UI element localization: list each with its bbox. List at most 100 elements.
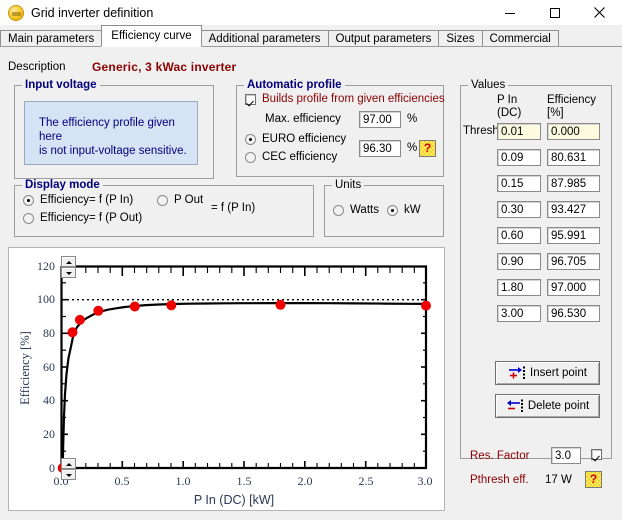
input-voltage-group: Input voltage The efficiency profile giv… <box>14 79 214 179</box>
cec-efficiency-radio-row[interactable]: CEC efficiency <box>245 151 337 163</box>
max-efficiency-label: Max. efficiency <box>265 113 341 125</box>
display-mode-radio-eff-pin[interactable] <box>23 194 34 206</box>
automatic-profile-title: Automatic profile <box>244 79 345 91</box>
efficiency-help-glyph: ? <box>423 141 432 155</box>
builds-profile-checkbox[interactable] <box>245 93 256 105</box>
tab-efficiency-curve[interactable]: Efficiency curve <box>101 25 202 47</box>
cec-efficiency-radio[interactable] <box>245 151 256 163</box>
display-mode-option-eff-pout[interactable]: Efficiency= f (P Out) <box>23 212 142 224</box>
chart-ymax-spinner-down[interactable] <box>61 267 76 278</box>
values-pin-input-7[interactable] <box>497 305 541 322</box>
automatic-profile-group: Automatic profile Builds profile from gi… <box>236 79 445 177</box>
close-button[interactable] <box>577 0 622 25</box>
values-eff-input-1[interactable] <box>547 149 600 166</box>
chart-point-4 <box>129 301 140 312</box>
chart-axes <box>60 265 428 470</box>
chart-ymin-spinner-down[interactable] <box>61 469 76 480</box>
maximize-button[interactable] <box>532 0 577 25</box>
max-efficiency-input[interactable] <box>359 111 401 128</box>
values-eff-input-3[interactable] <box>547 201 600 218</box>
values-title: Values <box>468 79 509 91</box>
tab-additional-parameters[interactable]: Additional parameters <box>200 30 329 47</box>
builds-profile-label: Builds profile from given efficiencies <box>262 93 445 105</box>
units-radio-kw[interactable] <box>387 204 398 216</box>
chart-ylabel: Efficiency [%] <box>18 331 32 405</box>
chart-ymin-spinner[interactable] <box>61 458 76 480</box>
values-col-eff-line2: [%] <box>547 107 564 119</box>
chart-xlabel: P In (DC) [kW] <box>194 493 274 507</box>
insert-point-button[interactable]: Insert point <box>495 361 600 385</box>
units-label-kw: kW <box>404 204 421 216</box>
insert-point-label: Insert point <box>530 367 587 379</box>
euro-efficiency-radio-row[interactable]: EURO efficiency <box>245 133 346 145</box>
display-mode-option-eff-pin[interactable]: Efficiency= f (P In) <box>23 194 133 206</box>
values-pin-input-5[interactable] <box>497 253 541 270</box>
max-efficiency-row: Max. efficiency <box>265 113 341 125</box>
display-mode-title: Display mode <box>22 179 103 191</box>
efficiency-curve-panel: Description Generic, 3 kWac inverter Inp… <box>0 47 622 520</box>
euro-efficiency-radio[interactable] <box>245 133 256 145</box>
delete-point-label: Delete point <box>527 400 590 412</box>
euro-efficiency-label: EURO efficiency <box>262 133 347 145</box>
chart-point-3 <box>93 305 104 316</box>
values-pin-input-4[interactable] <box>497 227 541 244</box>
svg-text:2.5: 2.5 <box>359 474 374 488</box>
minimize-button[interactable] <box>487 0 532 25</box>
values-pin-input-2[interactable] <box>497 175 541 192</box>
efficiency-chart[interactable]: 0 20 40 60 80 100 120 0.0 0.5 1.0 1.5 2.… <box>8 247 445 511</box>
values-pin-input-6[interactable] <box>497 279 541 296</box>
display-mode-pout-suffix: = f (P In) <box>211 202 256 214</box>
input-voltage-note-line2: is not input-voltage sensitive. <box>39 145 187 157</box>
units-option-watts[interactable]: Watts <box>333 204 379 216</box>
units-option-kw[interactable]: kW <box>387 204 421 216</box>
chart-ymax-spinner[interactable] <box>61 256 76 278</box>
values-group: Values P In (DC) Efficiency [%] Thresh. <box>460 79 612 459</box>
units-group: Units Watts kW <box>324 179 444 237</box>
values-col-pin-line2: (DC) <box>497 107 522 119</box>
values-eff-input-4[interactable] <box>547 227 600 244</box>
svg-text:3.0: 3.0 <box>418 474 433 488</box>
units-radio-watts[interactable] <box>333 204 344 216</box>
values-pin-input-0[interactable] <box>497 123 541 140</box>
res-factor-label: Res. Factor <box>470 450 530 462</box>
values-eff-input-0[interactable] <box>547 123 600 140</box>
svg-text:120: 120 <box>37 259 55 273</box>
euro-cec-efficiency-input[interactable] <box>359 140 401 157</box>
values-eff-input-6[interactable] <box>547 279 600 296</box>
tab-sizes[interactable]: Sizes <box>438 30 483 47</box>
delete-point-button[interactable]: Delete point <box>495 394 600 418</box>
svg-text:100: 100 <box>37 292 55 306</box>
values-pin-input-3[interactable] <box>497 201 541 218</box>
chart-point-1 <box>67 327 78 338</box>
tab-bar: Main parameters Efficiency curve Additio… <box>0 25 622 47</box>
description-value: Generic, 3 kWac inverter <box>92 60 237 74</box>
input-voltage-title: Input voltage <box>22 79 100 91</box>
res-factor-checkbox[interactable] <box>591 449 602 460</box>
chart-ymax-spinner-up[interactable] <box>61 256 76 267</box>
values-pin-input-1[interactable] <box>497 149 541 166</box>
chart-point-5 <box>166 300 177 311</box>
chart-y-ticks: 0 20 40 60 80 100 120 <box>37 259 426 475</box>
values-col-pin-line1: P In <box>497 94 518 106</box>
values-eff-input-5[interactable] <box>547 253 600 270</box>
display-mode-radio-pout[interactable] <box>157 194 168 206</box>
display-mode-radio-eff-pout[interactable] <box>23 212 34 224</box>
efficiency-help-icon[interactable]: ? <box>419 140 436 157</box>
values-eff-input-7[interactable] <box>547 305 600 322</box>
efficiency-unit: % <box>407 142 418 154</box>
tab-main-parameters[interactable]: Main parameters <box>0 30 103 47</box>
tab-commercial[interactable]: Commercial <box>481 30 559 47</box>
units-title: Units <box>332 179 365 191</box>
display-mode-option-pout[interactable]: P Out <box>157 194 203 206</box>
chart-ymin-spinner-up[interactable] <box>61 458 76 469</box>
values-eff-input-2[interactable] <box>547 175 600 192</box>
description-label: Description <box>8 61 66 73</box>
builds-profile-checkbox-row[interactable]: Builds profile from given efficiencies <box>245 93 445 105</box>
values-col-eff-line1: Efficiency <box>547 94 597 106</box>
tab-output-parameters[interactable]: Output parameters <box>327 30 440 47</box>
pthresh-help-icon[interactable]: ? <box>585 471 602 488</box>
res-factor-input[interactable] <box>551 447 581 464</box>
inverter-icon <box>8 4 24 21</box>
svg-text:60: 60 <box>43 360 55 374</box>
chart-point-7 <box>421 300 431 311</box>
